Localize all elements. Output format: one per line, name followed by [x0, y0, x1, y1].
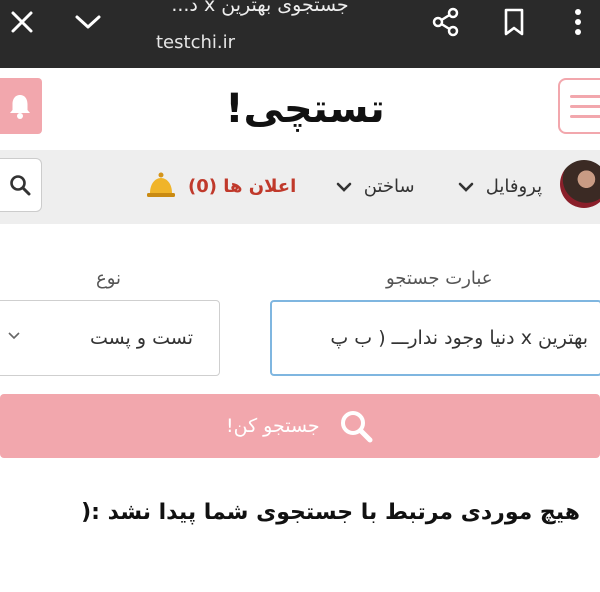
nav-profile[interactable]: پروفایل — [458, 172, 542, 202]
nav-bar: اعلان ها (0) ساختن پروفایل — [0, 150, 600, 224]
browser-toolbar: جستجوی بهترین x د... testchi.ir — [0, 0, 600, 68]
nav-announcements[interactable]: اعلان ها (0) — [188, 172, 296, 202]
type-select[interactable]: تست و پست — [0, 300, 220, 376]
nav-profile-label: پروفایل — [485, 176, 543, 197]
site-header: تستچی! — [0, 68, 600, 150]
bell-icon — [10, 95, 30, 119]
nav-build[interactable]: ساختن — [336, 172, 415, 202]
search-button-label: جستجو کن! — [226, 415, 320, 437]
nav-build-label: ساختن — [363, 176, 415, 197]
no-result-message: هیچ موردی مرتبط با جستجوی شما پیدا نشد :… — [81, 500, 580, 525]
avatar[interactable] — [560, 160, 600, 208]
page-title: جستجوی بهترین x د... — [171, 0, 349, 16]
type-select-value: تست و پست — [89, 327, 193, 349]
search-button[interactable]: جستجو کن! — [0, 394, 600, 458]
bell-gold-icon — [147, 172, 175, 197]
hamburger-icon[interactable] — [558, 78, 600, 134]
type-label: نوع — [96, 268, 122, 289]
search-input[interactable]: بهترین x دنیا وجود ندارـــ ( ب پ — [270, 300, 600, 376]
search-icon[interactable] — [0, 158, 42, 212]
chevron-down-icon — [8, 332, 20, 340]
url-text[interactable]: testchi.ir — [156, 32, 235, 53]
bookmark-icon[interactable] — [496, 4, 532, 40]
chevron-down-icon — [336, 182, 352, 192]
close-icon[interactable] — [4, 6, 40, 38]
notification-button[interactable] — [0, 78, 42, 134]
chevron-down-icon[interactable] — [70, 6, 106, 38]
more-vert-icon[interactable] — [560, 4, 596, 40]
search-icon — [341, 411, 373, 443]
query-label: عبارت جستجو — [386, 268, 493, 289]
chevron-down-icon — [458, 182, 474, 192]
share-icon[interactable] — [428, 4, 464, 40]
site-logo[interactable]: تستچی! — [210, 78, 400, 140]
